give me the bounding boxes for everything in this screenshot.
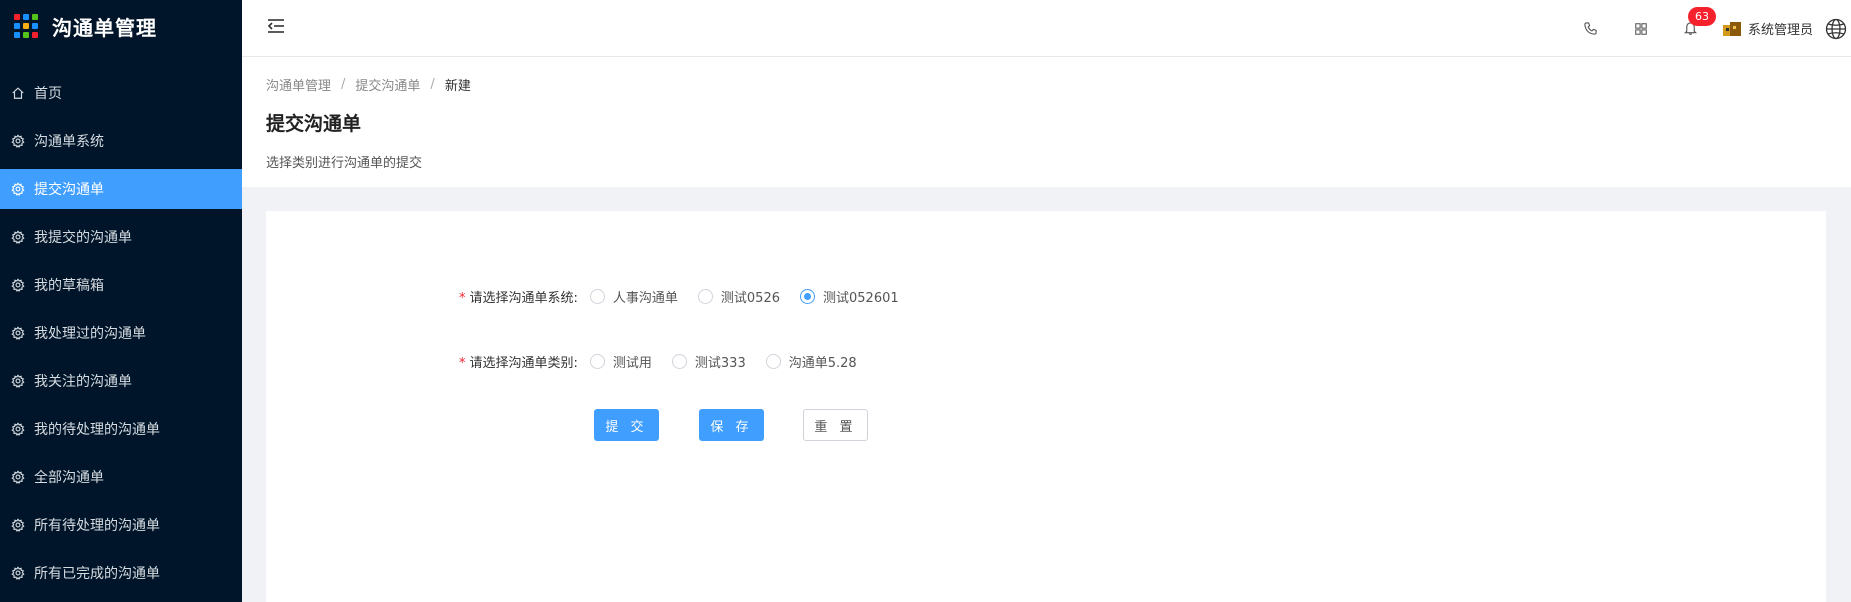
logo-dot bbox=[32, 23, 38, 29]
gear-icon bbox=[10, 277, 26, 293]
logo-dot bbox=[23, 14, 29, 20]
sidebar-item-label: 我的草稿箱 bbox=[34, 278, 104, 294]
sidebar-item-label: 我提交的沟通单 bbox=[34, 230, 132, 246]
radio-circle-icon[interactable] bbox=[800, 288, 815, 304]
language-globe-icon[interactable] bbox=[1825, 18, 1847, 40]
avatar bbox=[1722, 21, 1741, 36]
sidebar-item-4[interactable]: 我的草稿箱 bbox=[0, 265, 242, 305]
gear-icon bbox=[10, 565, 26, 581]
sidebar-item-label: 我处理过的沟通单 bbox=[34, 326, 146, 342]
page-title: 提交沟通单 bbox=[266, 113, 362, 135]
sidebar-item-label: 提交沟通单 bbox=[34, 182, 104, 198]
system-radio-option[interactable]: 人事沟通单 bbox=[589, 287, 678, 306]
sidebar-menu: 首页沟通单系统提交沟通单我提交的沟通单 我的草稿箱我处理过的沟通单 我关注的沟通单我… bbox=[0, 73, 242, 593]
sidebar-item-label: 全部沟通单 bbox=[34, 470, 104, 486]
logo-dot bbox=[14, 32, 20, 38]
reset-button[interactable]: 重 置 bbox=[803, 409, 868, 441]
logo-dot bbox=[23, 32, 29, 38]
radio-option-label: 测试333 bbox=[694, 355, 746, 371]
form-card: * 请选择沟通单系统: 人事沟通单 测试0526 测试052601 * 请选择沟通单类别… bbox=[266, 211, 1826, 602]
notification-badge: 63 bbox=[1687, 6, 1716, 26]
header-actions: 63 系统管理员 bbox=[1566, 0, 1851, 57]
radio-circle-icon[interactable] bbox=[697, 288, 713, 304]
gear-icon bbox=[10, 229, 26, 245]
sidebar-item-3[interactable]: 我提交的沟通单 bbox=[0, 217, 242, 257]
save-button[interactable]: 保 存 bbox=[699, 409, 764, 441]
system-radio-group: 人事沟通单 测试0526 测试052601 bbox=[589, 287, 919, 306]
breadcrumb-item[interactable]: 沟通单管理 bbox=[266, 75, 331, 94]
sidebar: 沟通单管理 首页沟通单系统提交沟通单我提交的沟通单 我的草稿箱我处理过的沟通单 我关… bbox=[0, 0, 242, 602]
page-description: 选择类别进行沟通单的提交 bbox=[266, 156, 423, 171]
gear-icon bbox=[10, 325, 26, 341]
radio-option-label: 人事沟通单 bbox=[612, 290, 678, 306]
radio-option-label: 测试用 bbox=[612, 355, 652, 371]
category-label: * 请选择沟通单类别: bbox=[459, 355, 578, 371]
breadcrumb-separator: / bbox=[430, 77, 435, 92]
radio-option-label: 测试052601 bbox=[823, 290, 899, 306]
radio-option-label: 沟通单5.28 bbox=[788, 355, 857, 371]
category-radio-group: 测试用 测试333 沟通单5.28 bbox=[589, 352, 877, 371]
radio-circle-icon[interactable] bbox=[765, 353, 781, 369]
sidebar-item-label: 沟通单系统 bbox=[34, 134, 104, 150]
user-name: 系统管理员 bbox=[1747, 23, 1813, 38]
system-label: * 请选择沟通单系统: bbox=[459, 290, 578, 306]
logo-dot bbox=[23, 23, 29, 29]
sidebar-item-8[interactable]: 全部沟通单 bbox=[0, 457, 242, 497]
gear-icon bbox=[10, 181, 26, 197]
logo-dot bbox=[14, 23, 20, 29]
system-radio-option[interactable]: 测试0526 bbox=[697, 287, 780, 306]
category-radio-option[interactable]: 测试333 bbox=[671, 352, 746, 371]
radio-circle-icon[interactable] bbox=[671, 353, 687, 369]
sidebar-item-2[interactable]: 提交沟通单 bbox=[0, 169, 242, 209]
category-row: * 请选择沟通单类别: 测试用 测试333 沟通单5.28 bbox=[459, 349, 877, 373]
breadcrumb-item[interactable]: 提交沟通单 bbox=[355, 75, 420, 94]
sidebar-item-label: 所有待处理的沟通单 bbox=[34, 518, 160, 534]
sidebar-item-6[interactable]: 我关注的沟通单 bbox=[0, 361, 242, 401]
home-icon bbox=[10, 85, 26, 101]
app-grid-icon bbox=[14, 14, 38, 38]
logo[interactable]: 沟通单管理 bbox=[0, 0, 242, 52]
sidebar-item-10[interactable]: 所有已完成的沟通单 bbox=[0, 553, 242, 593]
gear-icon bbox=[10, 133, 26, 149]
logo-dot bbox=[32, 14, 38, 20]
sidebar-item-7[interactable]: 我的待处理的沟通单 bbox=[0, 409, 242, 449]
gear-icon bbox=[10, 373, 26, 389]
page-header: 沟通单管理 / 提交沟通单 / 新建 提交沟通单 选择类别进行沟通单的提交 bbox=[242, 57, 1851, 187]
required-mark: * bbox=[459, 355, 466, 371]
grid-icon[interactable] bbox=[1632, 20, 1650, 38]
system-radio-option[interactable]: 测试052601 bbox=[800, 287, 899, 306]
breadcrumb-item: 新建 bbox=[444, 79, 471, 94]
system-row: * 请选择沟通单系统: 人事沟通单 测试0526 测试052601 bbox=[459, 284, 919, 308]
breadcrumb-separator: / bbox=[341, 77, 346, 92]
app-title: 沟通单管理 bbox=[52, 15, 157, 40]
sidebar-item-label: 首页 bbox=[34, 86, 62, 102]
sidebar-item-label: 所有已完成的沟通单 bbox=[34, 566, 160, 582]
phone-icon[interactable] bbox=[1582, 20, 1600, 38]
radio-circle-icon[interactable] bbox=[589, 353, 605, 369]
sidebar-item-label: 我的待处理的沟通单 bbox=[34, 422, 160, 438]
breadcrumb: 沟通单管理 / 提交沟通单 / 新建 bbox=[266, 75, 471, 94]
gear-icon bbox=[10, 421, 26, 437]
bell-icon[interactable]: 63 bbox=[1682, 6, 1716, 38]
sidebar-item-9[interactable]: 所有待处理的沟通单 bbox=[0, 505, 242, 545]
menu-collapse-icon[interactable] bbox=[266, 16, 286, 36]
radio-circle-icon[interactable] bbox=[589, 288, 605, 304]
top-header: 63 系统管理员 bbox=[242, 0, 1851, 57]
gear-icon bbox=[10, 469, 26, 485]
sidebar-item-1[interactable]: 沟通单系统 bbox=[0, 121, 242, 161]
logo-dot bbox=[32, 32, 38, 38]
sidebar-item-0[interactable]: 首页 bbox=[0, 73, 242, 113]
user-menu[interactable]: 系统管理员 bbox=[1722, 19, 1813, 39]
sidebar-item-label: 我关注的沟通单 bbox=[34, 374, 132, 390]
sidebar-item-5[interactable]: 我处理过的沟通单 bbox=[0, 313, 242, 353]
required-mark: * bbox=[459, 290, 466, 306]
category-radio-option[interactable]: 测试用 bbox=[589, 352, 652, 371]
gear-icon bbox=[10, 517, 26, 533]
submit-button[interactable]: 提 交 bbox=[594, 409, 659, 441]
radio-option-label: 测试0526 bbox=[720, 290, 780, 306]
logo-dot bbox=[14, 14, 20, 20]
category-radio-option[interactable]: 沟通单5.28 bbox=[765, 352, 857, 371]
